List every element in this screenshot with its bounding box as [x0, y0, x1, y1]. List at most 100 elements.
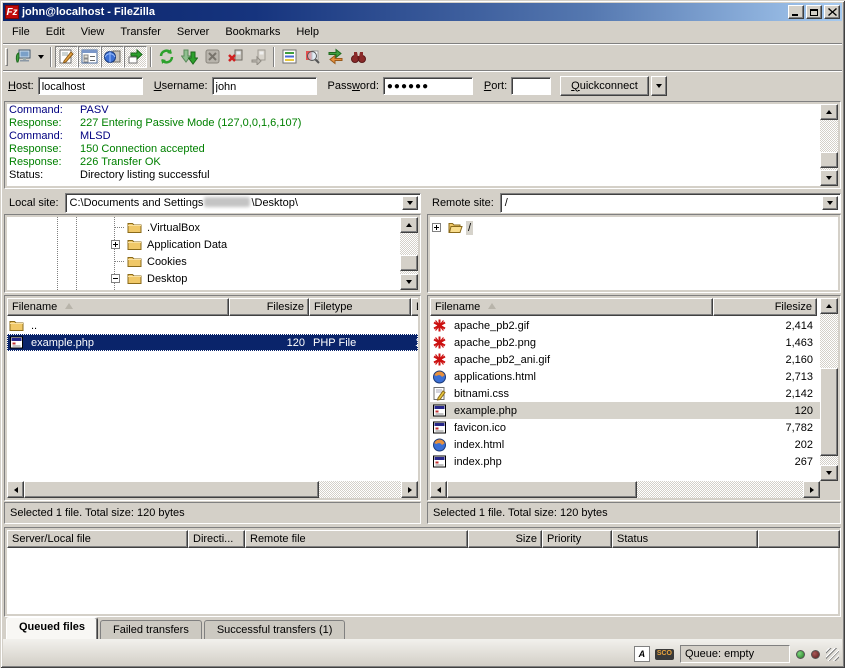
tree-item-root[interactable]: /	[446, 219, 473, 236]
remote-file-example-php[interactable]: example.php120	[430, 402, 838, 419]
menu-view[interactable]: View	[73, 24, 113, 40]
port-input[interactable]	[511, 77, 551, 95]
menu-edit[interactable]: Edit	[38, 24, 73, 40]
expand-icon[interactable]	[111, 240, 120, 249]
title-bar: Fz john@localhost - FileZilla	[3, 3, 842, 21]
scroll-down-button[interactable]	[820, 465, 838, 481]
remote-file-index-php[interactable]: index.php267	[430, 453, 838, 470]
refresh-button[interactable]	[155, 46, 178, 68]
filter-button[interactable]	[278, 46, 301, 68]
menu-server[interactable]: Server	[169, 24, 217, 40]
scroll-thumb[interactable]	[447, 481, 637, 498]
scroll-left-button[interactable]	[7, 481, 24, 498]
local-site-combo[interactable]: C:\Documents and Settings\Desktop\	[65, 193, 421, 213]
tab-successful-transfers-1-[interactable]: Successful transfers (1)	[204, 620, 346, 639]
scroll-up-button[interactable]	[400, 217, 418, 233]
app-icon[interactable]: Fz	[5, 5, 19, 19]
scroll-up-button[interactable]	[820, 104, 838, 120]
directory-comparison-button[interactable]	[301, 46, 324, 68]
queue-column-directi[interactable]: Directi...	[188, 530, 245, 548]
collapse-icon[interactable]	[111, 274, 120, 283]
menu-help[interactable]: Help	[288, 24, 327, 40]
column-header-filename[interactable]: Filename	[430, 298, 713, 316]
scroll-thumb[interactable]	[400, 255, 418, 271]
username-input[interactable]	[212, 77, 317, 95]
remote-file-apache_pb2-gif[interactable]: apache_pb2.gif2,414	[430, 317, 838, 334]
reconnect-button[interactable]	[247, 46, 270, 68]
cancel-operation-button[interactable]	[201, 46, 224, 68]
queue-column-status[interactable]: Status	[612, 530, 758, 548]
local-tree-scrollbar[interactable]	[400, 217, 418, 290]
local-file-example-php[interactable]: example.php120PHP File1	[7, 334, 418, 351]
remote-file-apache_pb2_ani-gif[interactable]: apache_pb2_ani.gif2,160	[430, 351, 838, 368]
scroll-thumb[interactable]	[820, 368, 838, 456]
expand-icon[interactable]	[432, 223, 441, 232]
synchronized-browsing-button[interactable]	[324, 46, 347, 68]
column-header-filesize[interactable]: Filesize	[713, 298, 817, 316]
toggle-remote-tree-button[interactable]	[101, 46, 124, 68]
local-hscrollbar[interactable]	[7, 481, 418, 498]
remote-site-dropdown[interactable]	[822, 196, 838, 210]
site-manager-button[interactable]	[11, 46, 34, 68]
tree-item-desktop[interactable]: Desktop	[125, 270, 189, 287]
remote-file-applications-html[interactable]: applications.html2,713	[430, 368, 838, 385]
folder-icon	[127, 220, 142, 235]
maximize-button[interactable]	[806, 5, 822, 19]
log-scrollbar[interactable]	[820, 104, 838, 186]
remote-site-label: Remote site:	[427, 197, 500, 209]
local-file--[interactable]: ..	[7, 317, 418, 334]
queue-column-serverlocalfile[interactable]: Server/Local file	[7, 530, 188, 548]
tree-item--virtualbox[interactable]: .VirtualBox	[125, 219, 202, 236]
menu-file[interactable]: File	[4, 24, 38, 40]
close-button[interactable]	[824, 5, 840, 19]
scroll-down-button[interactable]	[820, 170, 838, 186]
cell-filetype: PHP File	[309, 337, 411, 349]
scroll-thumb[interactable]	[820, 152, 838, 168]
remote-site-combo[interactable]: /	[500, 193, 841, 213]
process-queue-button[interactable]	[178, 46, 201, 68]
toggle-transfer-queue-button[interactable]	[124, 46, 147, 68]
remote-file-bitnami-css[interactable]: bitnami.css2,142	[430, 385, 838, 402]
scroll-right-button[interactable]	[803, 481, 820, 498]
disconnect-button[interactable]	[224, 46, 247, 68]
queue-column-size[interactable]: Size	[468, 530, 542, 548]
remote-file-favicon-ico[interactable]: favicon.ico7,782	[430, 419, 838, 436]
remote-hscrollbar[interactable]	[430, 481, 820, 498]
column-header-filename[interactable]: Filename	[7, 298, 229, 316]
toggle-local-tree-button[interactable]	[78, 46, 101, 68]
tab-queued-files[interactable]: Queued files	[6, 617, 98, 639]
cell-filesize: 1,463	[713, 337, 817, 349]
local-site-dropdown[interactable]	[402, 196, 418, 210]
site-manager-dropdown[interactable]	[34, 46, 47, 68]
queue-column-priority[interactable]: Priority	[542, 530, 612, 548]
tree-item-cookies[interactable]: Cookies	[125, 253, 189, 270]
find-files-button[interactable]	[347, 46, 370, 68]
remote-vscrollbar[interactable]	[820, 298, 838, 498]
tree-item-application-data[interactable]: Application Data	[125, 236, 229, 253]
remote-file-apache_pb2-png[interactable]: apache_pb2.png1,463	[430, 334, 838, 351]
quickconnect-dropdown[interactable]	[651, 76, 667, 96]
sort-ascending-icon	[488, 303, 496, 309]
quickconnect-button[interactable]: Quickconnect	[560, 76, 649, 96]
queue-column-remotefile[interactable]: Remote file	[245, 530, 468, 548]
toolbar-grip[interactable]	[5, 48, 8, 66]
column-header-l[interactable]: L	[411, 298, 418, 316]
host-input[interactable]	[38, 77, 143, 95]
resize-grip[interactable]	[826, 648, 839, 661]
minimize-button[interactable]	[788, 5, 804, 19]
tab-failed-transfers[interactable]: Failed transfers	[100, 620, 202, 639]
scroll-thumb[interactable]	[24, 481, 319, 498]
toolbar-separator	[150, 47, 152, 67]
scroll-up-button[interactable]	[820, 298, 838, 314]
scroll-down-button[interactable]	[400, 274, 418, 290]
remote-file-index-html[interactable]: index.html202	[430, 436, 838, 453]
password-input[interactable]	[383, 77, 473, 95]
menu-bookmarks[interactable]: Bookmarks	[217, 24, 288, 40]
column-header-filetype[interactable]: Filetype	[309, 298, 411, 316]
menu-transfer[interactable]: Transfer	[112, 24, 169, 40]
column-header-filesize[interactable]: Filesize	[229, 298, 309, 316]
scroll-right-button[interactable]	[401, 481, 418, 498]
toggle-message-log-button[interactable]	[55, 46, 78, 68]
queue-column-empty[interactable]	[758, 530, 840, 548]
scroll-left-button[interactable]	[430, 481, 447, 498]
